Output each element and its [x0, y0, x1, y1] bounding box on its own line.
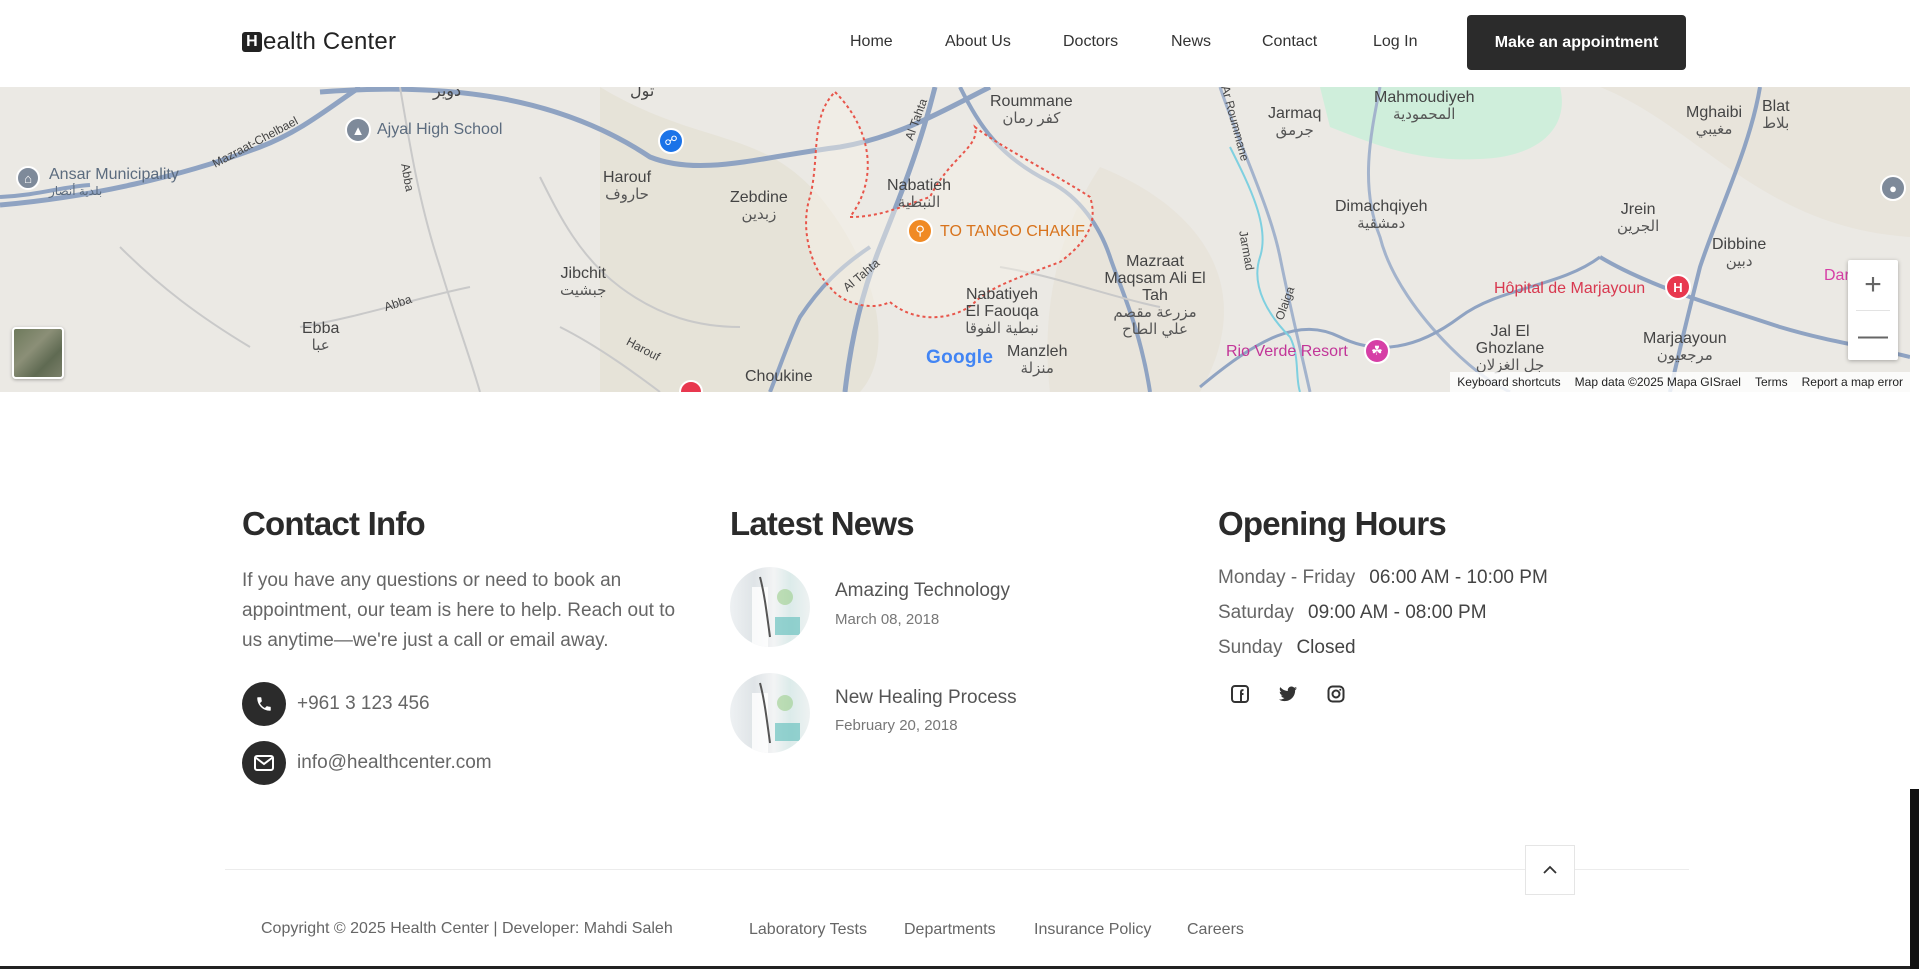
map-place: Mazraat Maqsam Ali El Tah مزرعة مقصم علي …: [1104, 253, 1206, 338]
contact-info-title: Contact Info: [242, 505, 426, 542]
zoom-out-button[interactable]: —: [1848, 311, 1898, 361]
map-place: Manzleh منزلة: [1007, 343, 1068, 377]
logo-text: ealth Center: [263, 28, 397, 55]
map-place: Zebdine زبدين: [730, 189, 788, 223]
google-logo: Google: [926, 347, 994, 368]
news-item-title[interactable]: New Healing Process: [835, 687, 1017, 709]
copyright-text: Copyright © 2025 Health Center | Develop…: [261, 920, 673, 937]
hours-row: Sunday Closed: [1218, 637, 1356, 658]
site-header: H ealth Center Home About Us Doctors New…: [0, 0, 1919, 87]
map-place: Jarmaq جرمق: [1268, 105, 1322, 139]
phone-icon: [242, 682, 286, 726]
map-data-text: Map data ©2025 Mapa GISrael: [1574, 375, 1741, 389]
footer-divider: [225, 869, 1689, 870]
nav-home[interactable]: Home: [850, 33, 893, 51]
nav-contact[interactable]: Contact: [1262, 33, 1317, 51]
footer-link-insurance-policy[interactable]: Insurance Policy: [1034, 921, 1151, 939]
latest-news-title: Latest News: [730, 505, 915, 542]
twitter-icon[interactable]: [1276, 682, 1300, 706]
facebook-icon[interactable]: [1228, 682, 1252, 706]
news-item-date: February 20, 2018: [835, 717, 958, 734]
map-place: Mahmoudiyeh المحمودية: [1374, 89, 1475, 123]
municipality-icon[interactable]: ⌂: [16, 166, 40, 190]
poi-label-municipality-ar: بلدية أنصار: [49, 184, 103, 198]
envelope-icon: [242, 741, 286, 785]
shopping-cart-icon[interactable]: ☍: [658, 128, 684, 154]
map-place: Marjaayoun مرجعيون: [1643, 330, 1727, 364]
embedded-map[interactable]: دوير تول Roummane كفر رمان Mahmoudiyeh الم…: [0, 87, 1910, 392]
news-item-date: March 08, 2018: [835, 611, 940, 628]
map-place: Choukine: [745, 368, 813, 385]
report-map-error-link[interactable]: Report a map error: [1795, 375, 1910, 389]
map-place: Blat بلاط: [1762, 98, 1790, 132]
scrollbar-thumb[interactable]: [1910, 789, 1919, 969]
map-place: Mghaibi مغيبي: [1686, 104, 1743, 138]
map-place: Harouf حاروف: [603, 169, 652, 203]
map-place: Dibbine دبين: [1712, 236, 1767, 270]
poi-label-resort: Rio Verde Resort: [1226, 343, 1348, 360]
nav-about-us[interactable]: About Us: [945, 33, 1011, 51]
footer-link-laboratory-tests[interactable]: Laboratory Tests: [749, 921, 867, 939]
map-place: Ebba عبا: [302, 320, 340, 354]
contact-phone[interactable]: +961 3 123 456: [297, 693, 430, 715]
chevron-up-icon: [1543, 865, 1557, 874]
footer-link-careers[interactable]: Careers: [1187, 921, 1244, 939]
school-icon[interactable]: ▲: [345, 117, 371, 143]
restaurant-icon[interactable]: ⚲: [907, 218, 933, 244]
poi-label-municipality: Ansar Municipality: [49, 166, 179, 183]
map-label-top-2: تول: [630, 87, 655, 100]
news-item-title[interactable]: Amazing Technology: [835, 580, 1010, 602]
nav-log-in[interactable]: Log In: [1373, 33, 1417, 51]
logo-mark: H: [242, 32, 262, 52]
map-place: Dimachqiyeh دمشقية: [1335, 198, 1428, 232]
site-logo[interactable]: H ealth Center: [242, 28, 396, 56]
place-marker-icon[interactable]: ●: [1880, 175, 1906, 201]
nav-news[interactable]: News: [1171, 33, 1211, 51]
map-place: Nabatiyeh El Faouqa نبطية الفوقا: [965, 286, 1039, 337]
map-place: Jal El Ghozlane جل الغزلان: [1475, 323, 1545, 374]
news-thumbnail[interactable]: [730, 673, 810, 753]
back-to-top-button[interactable]: [1525, 845, 1575, 895]
map-place: Jrein الجرين: [1617, 201, 1660, 235]
opening-hours-title: Opening Hours: [1218, 505, 1447, 542]
zoom-controls: + —: [1848, 260, 1898, 360]
footer-link-departments[interactable]: Departments: [904, 921, 996, 939]
hours-row: Monday - Friday 06:00 AM - 10:00 PM: [1218, 567, 1548, 588]
map-attribution-bar: Keyboard shortcuts Map data ©2025 Mapa G…: [1450, 372, 1910, 392]
poi-label-school: Ajyal High School: [377, 121, 503, 138]
satellite-toggle-button[interactable]: [12, 327, 64, 379]
map-label-top-1: دوير: [433, 87, 462, 100]
instagram-icon[interactable]: [1324, 682, 1348, 706]
resort-icon[interactable]: ☘: [1364, 338, 1390, 364]
nav-doctors[interactable]: Doctors: [1063, 33, 1118, 51]
contact-info-text: If you have any questions or need to boo…: [242, 570, 676, 651]
poi-label-hospital: Hôpital de Marjayoun: [1494, 280, 1646, 297]
poi-label-edge: Dar: [1824, 267, 1850, 284]
terms-link[interactable]: Terms: [1748, 375, 1795, 389]
map-place: Roummane كفر رمان: [990, 93, 1073, 127]
contact-email[interactable]: info@healthcenter.com: [297, 752, 492, 774]
poi-label-restaurant: TO TANGO CHAKIF: [940, 223, 1085, 240]
map-place: Nabatieh النبطية: [887, 177, 952, 211]
keyboard-shortcuts-link[interactable]: Keyboard shortcuts: [1450, 375, 1567, 389]
news-thumbnail[interactable]: [730, 567, 810, 647]
zoom-in-button[interactable]: +: [1848, 260, 1898, 310]
hospital-icon[interactable]: H: [1665, 274, 1691, 300]
map-place: Jibchit جبشيت: [560, 265, 607, 299]
hours-row: Saturday 09:00 AM - 08:00 PM: [1218, 602, 1487, 623]
make-appointment-button[interactable]: Make an appointment: [1467, 15, 1686, 70]
